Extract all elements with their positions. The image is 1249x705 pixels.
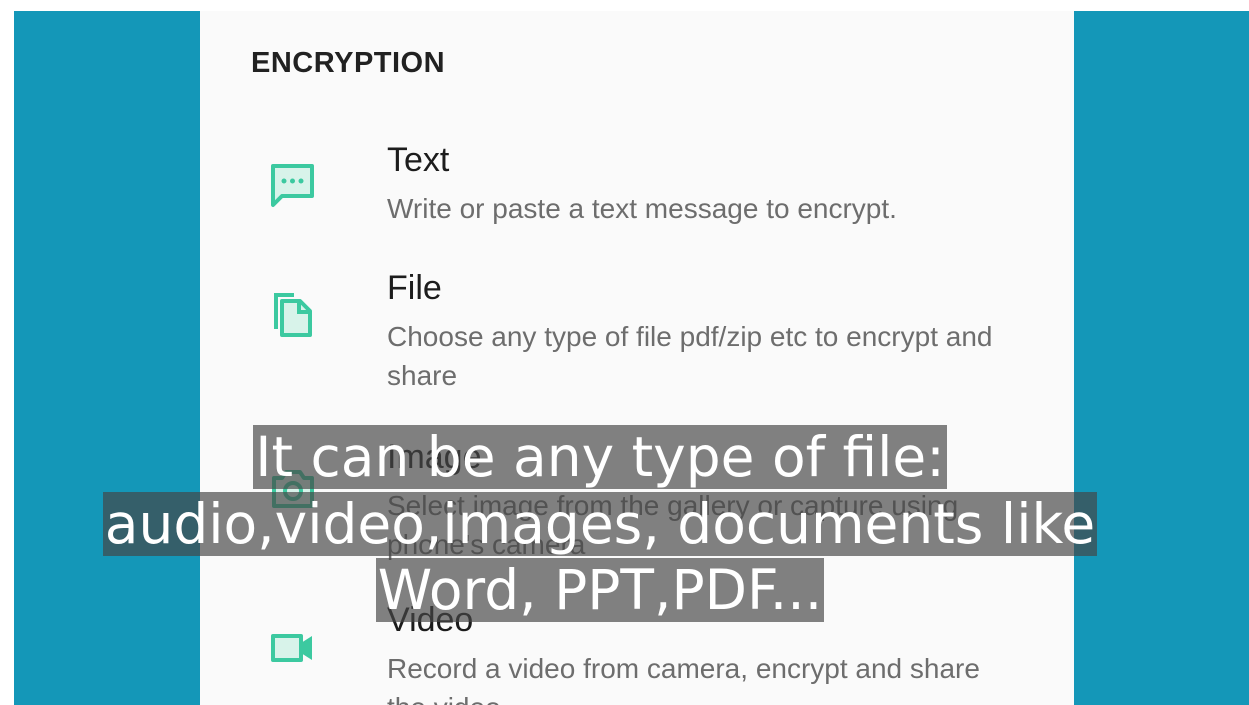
item-description: Write or paste a text message to encrypt… bbox=[387, 193, 897, 224]
message-icon bbox=[271, 164, 314, 207]
item-description: Choose any type of file pdf/zip etc to e… bbox=[387, 321, 993, 391]
app-screen: ENCRYPTION Text Write or paste a text me… bbox=[200, 11, 1074, 705]
camera-icon bbox=[272, 470, 314, 508]
item-description: Select image from the gallery or capture… bbox=[387, 490, 959, 560]
video-frame: ENCRYPTION Text Write or paste a text me… bbox=[14, 11, 1249, 705]
item-title: Video bbox=[387, 601, 474, 639]
section-header: ENCRYPTION bbox=[251, 47, 446, 79]
file-copy-icon bbox=[274, 293, 312, 337]
item-title: File bbox=[387, 269, 442, 307]
item-title: Image bbox=[387, 438, 482, 476]
video-camera-icon bbox=[271, 634, 312, 662]
item-description: Record a video from camera, encrypt and … bbox=[387, 653, 980, 705]
item-title: Text bbox=[387, 141, 450, 179]
